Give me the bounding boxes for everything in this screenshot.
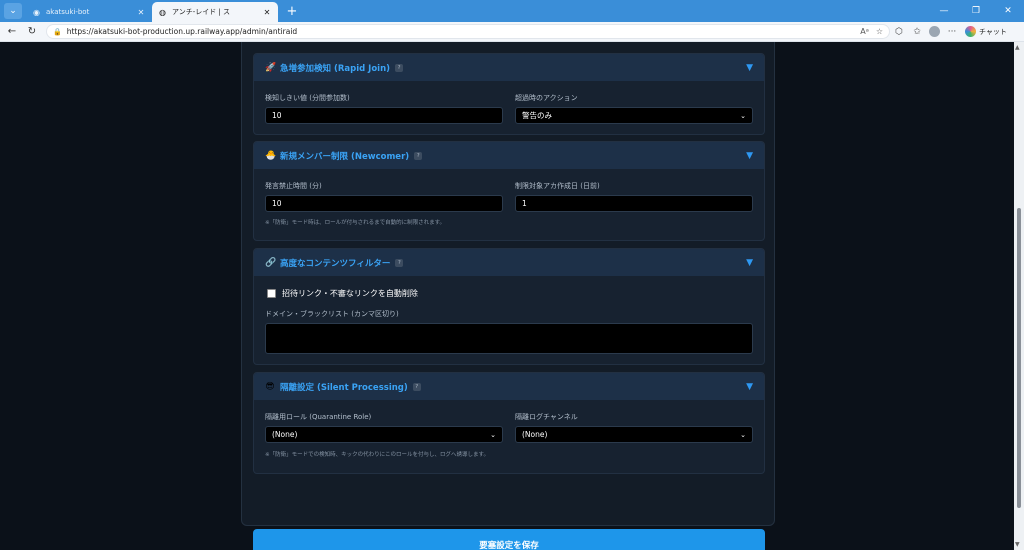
scroll-up-icon[interactable]: ▲ — [1015, 44, 1020, 51]
discord-favicon-icon: ◉ — [33, 7, 40, 17]
back-icon[interactable]: ← — [4, 26, 20, 37]
rocket-icon: 🚀 — [265, 62, 277, 73]
log-channel-field: 隔離ログチャンネル (None) ⌄ — [515, 412, 753, 443]
chevron-down-icon: ⌄ — [490, 430, 496, 439]
globe-icon: ◍ — [159, 7, 166, 17]
blacklist-field: ドメイン・ブラックリスト (カンマ区切り) — [265, 309, 753, 354]
section-title: 急増参加検知 (Rapid Join) — [280, 63, 391, 74]
silent-processing-section: 😎 隔離設定 (Silent Processing) ? ▼ 隔離用ロール (Q… — [253, 372, 765, 474]
mute-time-input[interactable]: 10 — [265, 195, 503, 212]
profile-avatar[interactable] — [929, 26, 940, 37]
lock-icon[interactable]: 🔒 — [53, 28, 62, 36]
account-age-label: 制限対象アカ作成日 (日前) — [515, 182, 600, 190]
tab-antiraid[interactable]: ◍ アンチ-レイド | ス ✕ — [152, 2, 278, 22]
scroll-down-icon[interactable]: ▼ — [1015, 541, 1020, 548]
log-channel-value: (None) — [522, 430, 548, 439]
account-age-field: 制限対象アカ作成日 (日前) 1 — [515, 181, 753, 212]
collapse-caret-icon[interactable]: ▼ — [746, 63, 753, 73]
newcomer-section: 🐣 新規メンバー制限 (Newcomer) ? ▼ 発言禁止時間 (分) 10 … — [253, 141, 765, 241]
tab-actions-icon[interactable]: ⌄ — [4, 3, 22, 19]
rapid-join-header[interactable]: 🚀 急増参加検知 (Rapid Join) ? ▼ — [254, 54, 764, 81]
minimize-icon[interactable]: — — [928, 0, 960, 22]
copilot-chat-button[interactable]: チャット — [965, 26, 1007, 37]
collapse-caret-icon[interactable]: ▼ — [746, 258, 753, 268]
close-tab-icon[interactable]: ✕ — [262, 8, 272, 17]
blacklist-label: ドメイン・ブラックリスト (カンマ区切り) — [265, 310, 399, 318]
new-tab-button[interactable]: + — [284, 4, 300, 19]
mute-time-label: 発言禁止時間 (分) — [265, 182, 322, 190]
page-viewport: 🚀 急増参加検知 (Rapid Join) ? ▼ 検知しきい値 (分間参加数)… — [0, 42, 1014, 550]
section-title: 新規メンバー制限 (Newcomer) — [280, 151, 410, 162]
restore-icon[interactable]: ❐ — [960, 0, 992, 22]
antiraid-settings-card: 🚀 急増参加検知 (Rapid Join) ? ▼ 検知しきい値 (分間参加数)… — [241, 42, 775, 550]
chat-label: チャット — [979, 27, 1007, 36]
help-icon[interactable]: ? — [395, 258, 404, 267]
sunglasses-icon: 😎 — [265, 381, 275, 392]
save-settings-button[interactable]: 要塞設定を保存 — [253, 529, 765, 550]
auto-delete-links-label: 招待リンク・不審なリンクを自動削除 — [282, 289, 418, 298]
content-filter-header[interactable]: 🔗 高度なコンテンツフィルター ? ▼ — [254, 249, 764, 276]
content-filter-section: 🔗 高度なコンテンツフィルター ? ▼ 招待リンク・不審なリンクを自動削除 ドメ… — [253, 248, 765, 365]
blacklist-textarea[interactable] — [265, 323, 753, 354]
copilot-icon — [965, 26, 976, 37]
section-title: 高度なコンテンツフィルター — [280, 258, 391, 269]
link-icon: 🔗 — [265, 257, 277, 268]
tab-akatsuki-bot[interactable]: ◉ akatsuki-bot ✕ — [26, 2, 152, 22]
threshold-label: 検知しきい値 (分間参加数) — [265, 94, 350, 102]
auto-delete-links-checkbox[interactable] — [267, 289, 276, 298]
log-channel-label: 隔離ログチャンネル — [515, 413, 578, 421]
action-select[interactable]: 警告のみ ⌄ — [515, 107, 753, 124]
chick-icon: 🐣 — [265, 150, 277, 161]
tab-title: アンチ-レイド | ス — [172, 8, 231, 16]
silent-processing-header[interactable]: 😎 隔離設定 (Silent Processing) ? ▼ — [254, 373, 764, 400]
quarantine-role-value: (None) — [272, 430, 298, 439]
help-icon[interactable]: ? — [412, 382, 421, 391]
page-scrollbar[interactable]: ▲ ▼ — [1014, 42, 1024, 550]
chevron-down-icon: ⌄ — [740, 111, 746, 120]
section-title: 隔離設定 (Silent Processing) — [280, 382, 408, 393]
collapse-caret-icon[interactable]: ▼ — [746, 382, 753, 392]
favorite-star-icon[interactable]: ☆ — [876, 27, 883, 36]
url-field[interactable]: 🔒 https://akatsuki-bot-production.up.rai… — [46, 24, 890, 39]
newcomer-note: ※「防衛」モード時は、ロールが付与されるまで自動的に制限されます。 — [265, 220, 446, 226]
rapid-join-section: 🚀 急増参加検知 (Rapid Join) ? ▼ 検知しきい値 (分間参加数)… — [253, 53, 765, 135]
collapse-caret-icon[interactable]: ▼ — [746, 151, 753, 161]
close-window-icon[interactable]: ✕ — [992, 0, 1024, 22]
help-icon[interactable]: ? — [395, 63, 404, 72]
chevron-down-icon: ⌄ — [740, 430, 746, 439]
favorites-icon[interactable]: ✩ — [908, 27, 926, 37]
url-text: https://akatsuki-bot-production.up.railw… — [66, 27, 298, 36]
quarantine-role-label: 隔離用ロール (Quarantine Role) — [265, 413, 372, 421]
window-controls: — ❐ ✕ — [928, 0, 1024, 22]
action-field: 超過時のアクション 警告のみ ⌄ — [515, 93, 753, 124]
auto-delete-links-row[interactable]: 招待リンク・不審なリンクを自動削除 — [267, 288, 418, 299]
silent-note: ※「防衛」モードでの検知時、キックの代わりにこのロールを付与し、ログへ誘導します… — [265, 452, 489, 458]
help-icon[interactable]: ? — [414, 151, 423, 160]
more-menu-icon[interactable]: ··· — [943, 27, 961, 37]
close-tab-icon[interactable]: ✕ — [136, 8, 146, 17]
log-channel-select[interactable]: (None) ⌄ — [515, 426, 753, 443]
account-age-input[interactable]: 1 — [515, 195, 753, 212]
read-aloud-icon[interactable]: Aᵃ — [860, 27, 869, 36]
action-selected-value: 警告のみ — [522, 111, 552, 120]
threshold-field: 検知しきい値 (分間参加数) 10 — [265, 93, 503, 124]
threshold-input[interactable]: 10 — [265, 107, 503, 124]
action-label: 超過時のアクション — [515, 94, 578, 102]
tab-title: akatsuki-bot — [46, 8, 90, 16]
newcomer-header[interactable]: 🐣 新規メンバー制限 (Newcomer) ? ▼ — [254, 142, 764, 169]
scrollbar-thumb[interactable] — [1017, 208, 1021, 508]
browser-tab-bar: ⌄ ◉ akatsuki-bot ✕ ◍ アンチ-レイド | ス ✕ + — ❐… — [0, 0, 1024, 22]
quarantine-role-field: 隔離用ロール (Quarantine Role) (None) ⌄ — [265, 412, 503, 443]
mute-time-field: 発言禁止時間 (分) 10 — [265, 181, 503, 212]
address-bar-row: ← ↻ 🔒 https://akatsuki-bot-production.up… — [0, 22, 1024, 42]
reload-icon[interactable]: ↻ — [24, 26, 40, 37]
extensions-icon[interactable]: ⬡ — [890, 27, 908, 37]
quarantine-role-select[interactable]: (None) ⌄ — [265, 426, 503, 443]
